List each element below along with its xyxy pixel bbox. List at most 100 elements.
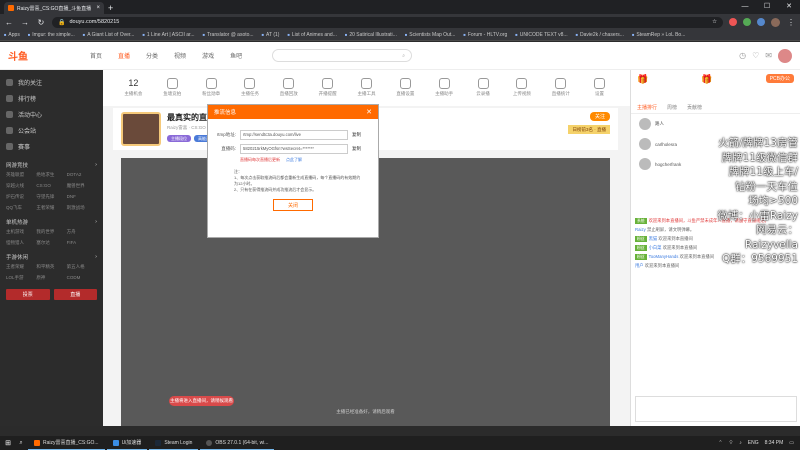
sidebar-section-head[interactable]: 网游竞技 › bbox=[6, 160, 97, 170]
sidebar-item-following[interactable]: 我的关注 bbox=[6, 74, 97, 90]
close-window-button[interactable]: ✕ bbox=[778, 0, 800, 14]
forward-icon[interactable]: → bbox=[20, 18, 30, 27]
nav-video[interactable]: 视频 bbox=[174, 51, 186, 60]
tool-item[interactable]: 鱼塘竞拍 bbox=[160, 78, 185, 97]
gift-icon[interactable]: 🎁 bbox=[701, 74, 712, 85]
bookmark-item[interactable]: 1 Line Art | ASCII ar... bbox=[142, 32, 195, 38]
follow-button[interactable]: 关注 bbox=[589, 112, 610, 121]
tool-item[interactable]: 主播工具 bbox=[354, 78, 379, 97]
nav-live[interactable]: 直播 bbox=[118, 51, 130, 60]
sidebar-item-events[interactable]: 活动中心 bbox=[6, 106, 97, 122]
nav-fishbar[interactable]: 鱼吧 bbox=[230, 51, 242, 60]
bookmark-item[interactable]: Forum - HLTV.org bbox=[463, 32, 507, 38]
tool-item[interactable]: 12 主播机会 bbox=[121, 78, 146, 97]
extension-icon[interactable] bbox=[743, 18, 751, 26]
tool-item[interactable]: 主播任务 bbox=[238, 78, 263, 97]
reload-icon[interactable]: ↻ bbox=[36, 18, 46, 27]
category-link[interactable]: DOTA2 bbox=[67, 172, 97, 178]
volume-icon[interactable]: ♪ bbox=[739, 440, 742, 446]
back-icon[interactable]: ← bbox=[4, 18, 14, 27]
tab-contribution[interactable]: 贡献榜 bbox=[687, 104, 702, 111]
nav-category[interactable]: 分类 bbox=[146, 51, 158, 60]
search-icon[interactable]: ⌕ bbox=[402, 53, 405, 59]
copy-rtmp-button[interactable]: 复制 bbox=[352, 132, 361, 138]
stream-code-field[interactable]: 5820215rkMyOGfsn?wsSecret=******* bbox=[240, 143, 348, 154]
clock[interactable]: 8:34 PM bbox=[765, 440, 784, 446]
category-link[interactable]: 塞尔达 bbox=[36, 240, 66, 246]
sidebar-vote-button[interactable]: 投票 bbox=[6, 289, 50, 300]
taskbar-app[interactable]: Steam Login bbox=[149, 436, 199, 450]
rank-award-badge[interactable]: 日榜前3名 · 直播 bbox=[568, 125, 610, 134]
category-link[interactable]: 第五人格 bbox=[67, 264, 97, 270]
message-icon[interactable]: ✉ bbox=[765, 51, 772, 60]
learn-more-link[interactable]: 点此了解 bbox=[286, 157, 302, 163]
category-link[interactable]: 魔兽世界 bbox=[67, 183, 97, 189]
history-icon[interactable]: ◷ bbox=[739, 51, 746, 60]
category-link[interactable]: 守望先锋 bbox=[36, 194, 66, 200]
category-link[interactable]: 王者荣耀 bbox=[36, 205, 66, 211]
category-link[interactable]: QQ飞车 bbox=[6, 205, 36, 211]
sidebar-section-head[interactable]: 单机热游 › bbox=[6, 217, 97, 227]
language-indicator[interactable]: ENG bbox=[748, 440, 759, 446]
network-icon[interactable]: ⌔ bbox=[729, 440, 734, 446]
tool-item[interactable]: 上传视频 bbox=[509, 78, 534, 97]
tool-item[interactable]: 开播提醒 bbox=[315, 78, 340, 97]
nav-games[interactable]: 游戏 bbox=[202, 51, 214, 60]
category-link[interactable]: CODM bbox=[67, 275, 97, 281]
sidebar-live-button[interactable]: 直播 bbox=[53, 289, 97, 300]
category-link[interactable]: CS:GO bbox=[36, 183, 66, 189]
copy-code-button[interactable]: 复制 bbox=[352, 146, 361, 152]
streamer-avatar[interactable] bbox=[121, 112, 161, 146]
tool-item[interactable]: 主播助手 bbox=[432, 78, 457, 97]
bookmark-item[interactable]: SteamRep » LoL Bo... bbox=[632, 32, 685, 38]
follow-icon[interactable]: ♡ bbox=[752, 51, 759, 60]
tab-close-icon[interactable]: × bbox=[96, 5, 100, 11]
bookmark-item[interactable]: AT (1) bbox=[262, 32, 279, 38]
category-link[interactable]: 英雄联盟 bbox=[6, 172, 36, 178]
tool-item[interactable]: 设置 bbox=[587, 78, 612, 97]
chat-input[interactable] bbox=[635, 396, 797, 422]
bookmark-item[interactable]: Scientists Map Out... bbox=[405, 32, 455, 38]
bookmark-item[interactable]: 20 Satirical Illustrati... bbox=[345, 32, 397, 38]
tool-item[interactable]: 直播统计 bbox=[548, 78, 573, 97]
star-icon[interactable]: ☆ bbox=[712, 19, 717, 25]
category-link[interactable]: 王者荣耀 bbox=[6, 264, 36, 270]
taskbar-search-icon[interactable]: ⌕ bbox=[16, 440, 26, 447]
extension-icon[interactable] bbox=[757, 18, 765, 26]
minimize-button[interactable]: — bbox=[734, 0, 756, 14]
notification-icon[interactable]: ▭ bbox=[789, 440, 794, 446]
category-link[interactable]: 我的世界 bbox=[36, 229, 66, 235]
menu-icon[interactable]: ⋮ bbox=[786, 18, 796, 27]
bookmark-item[interactable]: Imgur: the simple... bbox=[28, 32, 75, 38]
bookmark-item[interactable]: Apps bbox=[4, 32, 19, 38]
dialog-close-icon[interactable]: ✕ bbox=[366, 108, 372, 116]
sidebar-section-head[interactable]: 手游休闲 › bbox=[6, 252, 97, 262]
browser-tab[interactable]: Raizy雷喜_CS:GO直播_斗鱼直播 × bbox=[4, 2, 104, 14]
tool-item[interactable]: 云录播 bbox=[471, 78, 496, 97]
tool-item[interactable]: 粉丝勋章 bbox=[199, 78, 224, 97]
rtmp-address-field[interactable]: rtmp://sendtc3a.douyu.com/live bbox=[240, 129, 348, 140]
bookmark-item[interactable]: Translator @ asoto... bbox=[203, 32, 254, 38]
category-link[interactable]: 绝地求生 bbox=[36, 172, 66, 178]
category-link[interactable]: 怪物猎人 bbox=[6, 240, 36, 246]
category-link[interactable]: 炉石传说 bbox=[6, 194, 36, 200]
bottom-notification[interactable]: 主播将进入直播间，请稍候观看 bbox=[169, 396, 234, 406]
bookmark-item[interactable]: List of Animes and... bbox=[287, 32, 337, 38]
user-avatar[interactable] bbox=[778, 48, 792, 63]
douyu-logo[interactable]: 斗鱼 bbox=[8, 47, 50, 65]
sidebar-item-guild[interactable]: 公会站 bbox=[6, 122, 97, 138]
site-search-input[interactable]: ⌕ bbox=[272, 49, 413, 62]
taskbar-app[interactable]: OBS 27.0.1 (64-bit, wi... bbox=[200, 436, 275, 450]
pcb-badge[interactable]: PCB办公 bbox=[765, 74, 794, 83]
new-tab-button[interactable]: + bbox=[108, 2, 113, 14]
profile-avatar[interactable] bbox=[771, 17, 780, 27]
category-link[interactable]: 和平精英 bbox=[36, 264, 66, 270]
category-link[interactable]: DNF bbox=[67, 194, 97, 200]
bookmark-item[interactable]: UNICODE TEXT v8... bbox=[515, 32, 568, 38]
tray-arrow-icon[interactable]: ⌃ bbox=[718, 440, 722, 446]
nav-home[interactable]: 首页 bbox=[90, 51, 102, 60]
taskbar-app[interactable]: Raizy雷喜直播_CS:GO... bbox=[28, 436, 105, 450]
gift-icon[interactable]: 🎁 bbox=[637, 74, 648, 85]
category-link[interactable]: 方舟 bbox=[67, 229, 97, 235]
category-link[interactable]: 主机游戏 bbox=[6, 229, 36, 235]
